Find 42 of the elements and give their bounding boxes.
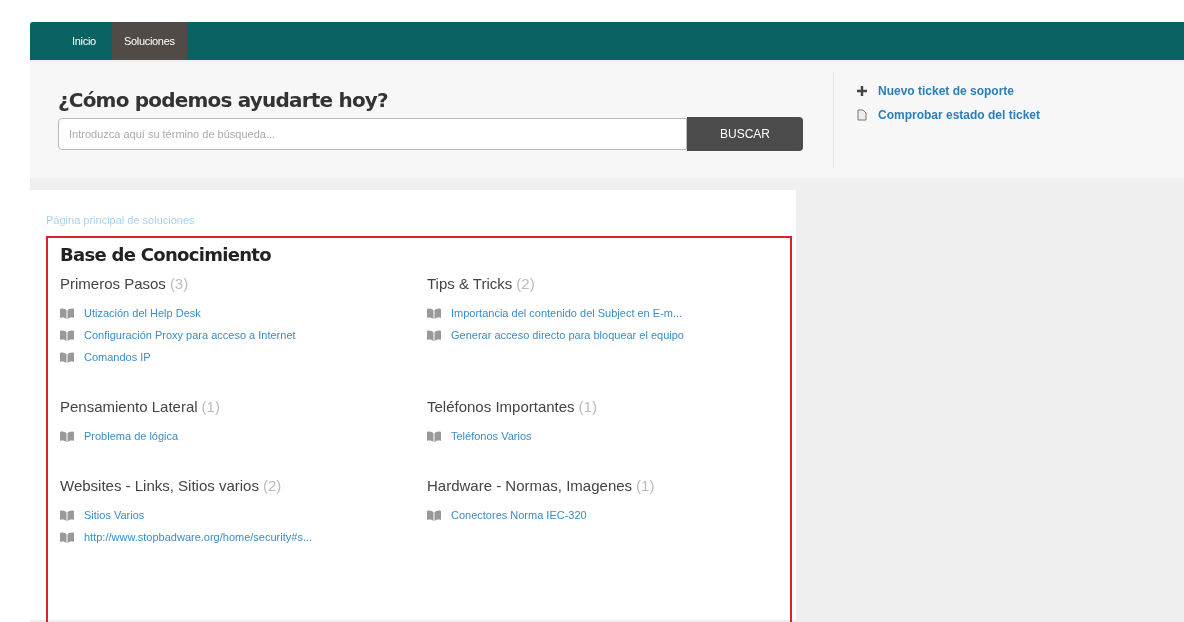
help-heading: ¿Cómo podemos ayudarte hoy? [58,88,389,112]
book-icon [60,307,74,319]
nav-tab[interactable]: Soluciones [111,22,187,60]
document-icon [856,109,868,121]
section-heading: Base de Conocimiento [60,244,272,265]
article-count: (2) [516,275,535,292]
article-link[interactable]: Teléfonos Varios [451,430,532,442]
action-link[interactable]: Comprobar estado del ticket [878,108,1041,122]
book-icon [427,430,441,442]
article-link[interactable]: Problema de lógica [84,430,179,442]
article-link[interactable]: Utización del Help Desk [84,307,201,319]
category-title: Primeros Pasos [60,275,166,292]
nav-tab[interactable]: Inicio [60,22,108,60]
category-title: Websites - Links, Sitios varios [60,477,259,494]
book-icon [60,329,74,341]
article-link[interactable]: Importancia del contenido del Subject en E-m... [451,307,683,319]
article-count: (1) [578,398,597,415]
book-icon [427,509,441,521]
book-icon [60,531,74,543]
article-count: (1) [201,398,220,415]
article-count: (2) [262,477,282,494]
plus-icon [856,85,868,97]
article-count: (1) [636,477,655,494]
book-icon [427,307,441,319]
book-icon [427,329,441,341]
book-icon [60,430,74,442]
search-button[interactable]: BUSCAR [687,117,803,151]
category-title: Teléfonos Importantes [427,398,575,415]
article-count: (3) [169,275,189,292]
article-link[interactable]: http://www.stopbadware.org/home/security#s... [84,531,313,543]
search-field[interactable]: Introduzca aquí su término de búsqueda... [58,118,687,150]
category-title: Hardware - Normas, Imagenes [427,477,633,494]
article-link[interactable]: Generar acceso directo para bloquear el equipo [451,329,684,341]
book-icon [60,351,74,363]
article-link[interactable]: Conectores Norma IEC-320 [451,509,587,521]
article-link[interactable]: Configuración Proxy para acceso a Internet [84,329,296,341]
category-title: Tips & Tricks [427,275,513,292]
category-title: Pensamiento Lateral [60,398,198,415]
action-link[interactable]: Nuevo ticket de soporte [878,84,1015,98]
article-link[interactable]: Comandos IP [84,351,151,363]
book-icon [60,509,74,521]
article-link[interactable]: Sitios Varios [84,509,145,521]
